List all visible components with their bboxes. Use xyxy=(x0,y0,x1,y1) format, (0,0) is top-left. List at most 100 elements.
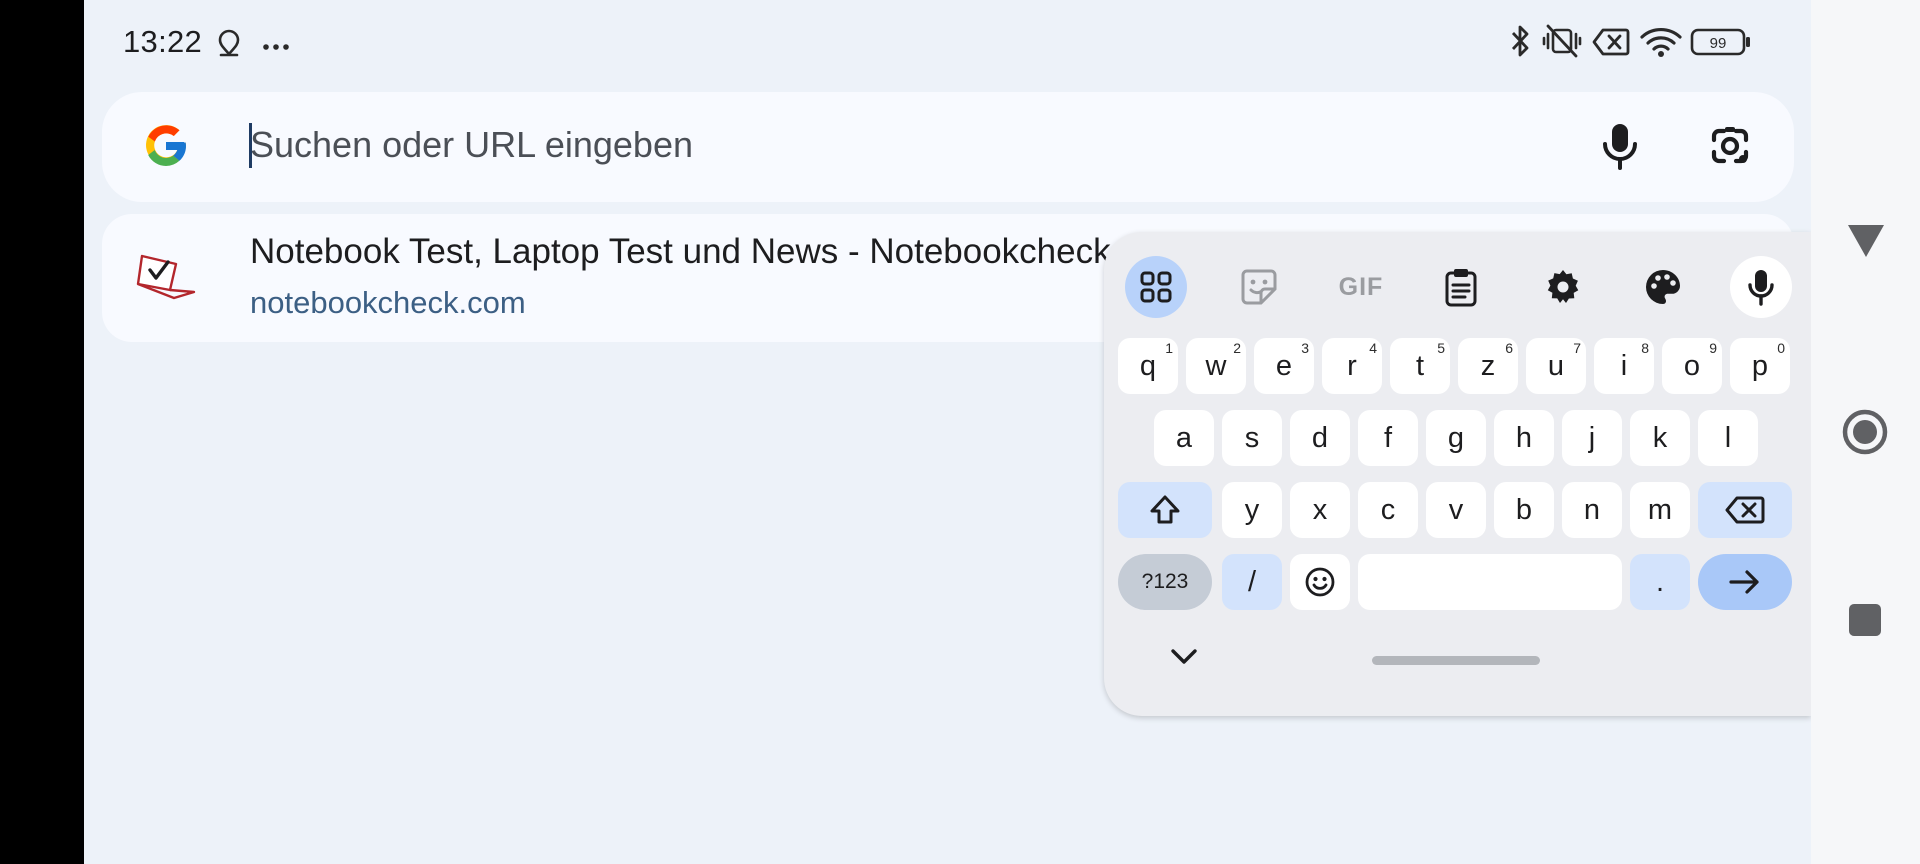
gif-icon[interactable]: GIF xyxy=(1330,256,1392,318)
recents-square-icon[interactable] xyxy=(1847,602,1883,643)
key-hint: 6 xyxy=(1505,340,1513,356)
key-y[interactable]: y xyxy=(1222,482,1282,538)
chevron-down-icon[interactable] xyxy=(1168,644,1200,673)
key-q[interactable]: q1 xyxy=(1118,338,1178,394)
key-l[interactable]: l xyxy=(1698,410,1758,466)
key-a[interactable]: a xyxy=(1154,410,1214,466)
key-hint: 9 xyxy=(1709,340,1717,356)
shift-key[interactable] xyxy=(1118,482,1212,538)
back-triangle-icon[interactable] xyxy=(1845,222,1887,265)
key-k[interactable]: k xyxy=(1630,410,1690,466)
suggestion-url: notebookcheck.com xyxy=(250,285,526,320)
key-d[interactable]: d xyxy=(1290,410,1350,466)
lens-camera-icon[interactable] xyxy=(1706,122,1754,175)
key-label: h xyxy=(1515,421,1533,454)
key-label: c xyxy=(1380,493,1396,526)
key-label: m xyxy=(1647,493,1673,526)
status-time: 13:22 xyxy=(123,24,203,59)
arrow-right-icon xyxy=(1729,570,1759,594)
omnibox[interactable] xyxy=(102,92,1794,202)
key-c[interactable]: c xyxy=(1358,482,1418,538)
home-circle-icon[interactable] xyxy=(1841,408,1889,461)
backspace-key[interactable] xyxy=(1698,482,1792,538)
palette-icon[interactable] xyxy=(1632,256,1694,318)
key-hint: 4 xyxy=(1369,340,1377,356)
key-w[interactable]: w2 xyxy=(1186,338,1246,394)
emoji-key[interactable] xyxy=(1290,554,1350,610)
key-hint: 2 xyxy=(1233,340,1241,356)
key-label: z xyxy=(1480,349,1496,382)
suggestion-title: Notebook Test, Laptop Test und News - No… xyxy=(250,232,1187,271)
key-label: r xyxy=(1347,349,1357,382)
symbols-key[interactable]: ?123 xyxy=(1118,554,1212,610)
key-o[interactable]: o9 xyxy=(1662,338,1722,394)
key-label: d xyxy=(1311,421,1329,454)
key-h[interactable]: h xyxy=(1494,410,1554,466)
battery-icon: 99 xyxy=(1690,28,1752,61)
key-label: v xyxy=(1448,493,1464,526)
key-b[interactable]: b xyxy=(1494,482,1554,538)
apps-grid-icon[interactable] xyxy=(1125,256,1187,318)
keyboard-microphone-icon[interactable] xyxy=(1730,256,1792,318)
key-hint: 3 xyxy=(1301,340,1309,356)
key-i[interactable]: i8 xyxy=(1594,338,1654,394)
key-label: w xyxy=(1205,349,1227,382)
key-label: s xyxy=(1244,421,1260,454)
key-e[interactable]: e3 xyxy=(1254,338,1314,394)
key-x[interactable]: x xyxy=(1290,482,1350,538)
key-label: j xyxy=(1588,421,1596,454)
emoji-icon xyxy=(1305,567,1335,597)
key-label: u xyxy=(1547,349,1565,382)
key-t[interactable]: t5 xyxy=(1390,338,1450,394)
enter-key[interactable] xyxy=(1698,554,1792,610)
key-hint: 7 xyxy=(1573,340,1581,356)
key-label: ?123 xyxy=(1141,570,1189,593)
slash-key[interactable]: / xyxy=(1222,554,1282,610)
space-key[interactable] xyxy=(1358,554,1622,610)
key-label: t xyxy=(1415,349,1425,382)
key-label: n xyxy=(1583,493,1601,526)
key-label: b xyxy=(1515,493,1533,526)
key-hint: 8 xyxy=(1641,340,1649,356)
google-logo-icon xyxy=(142,122,190,175)
key-label: f xyxy=(1383,421,1393,454)
keyboard-drag-handle[interactable] xyxy=(1372,656,1540,665)
key-label: . xyxy=(1655,565,1665,598)
key-label: l xyxy=(1724,421,1732,454)
wifi-icon xyxy=(1640,26,1682,63)
key-label: / xyxy=(1247,565,1257,598)
key-hint: 1 xyxy=(1165,340,1173,356)
clipboard-icon[interactable] xyxy=(1430,256,1492,318)
key-label: e xyxy=(1275,349,1293,382)
search-input[interactable] xyxy=(250,114,1570,176)
period-key[interactable]: . xyxy=(1630,554,1690,610)
notebookcheck-favicon xyxy=(136,252,198,307)
sticker-icon[interactable] xyxy=(1228,256,1290,318)
key-p[interactable]: p0 xyxy=(1730,338,1790,394)
bluetooth-icon xyxy=(1508,24,1532,63)
more-dots-icon xyxy=(262,38,290,56)
key-r[interactable]: r4 xyxy=(1322,338,1382,394)
gif-label: GIF xyxy=(1338,272,1384,301)
shift-icon xyxy=(1150,495,1180,524)
key-label: g xyxy=(1447,421,1465,454)
key-z[interactable]: z6 xyxy=(1458,338,1518,394)
key-m[interactable]: m xyxy=(1630,482,1690,538)
key-u[interactable]: u7 xyxy=(1526,338,1586,394)
battery-level: 99 xyxy=(1710,35,1727,52)
microphone-icon[interactable] xyxy=(1600,122,1640,177)
key-f[interactable]: f xyxy=(1358,410,1418,466)
location-icon xyxy=(216,28,242,63)
browser-screen: 13:22 99 Suchen oder URL eingeben Notebo… xyxy=(84,0,1811,864)
key-label: y xyxy=(1244,493,1260,526)
key-hint: 5 xyxy=(1437,340,1445,356)
key-label: q xyxy=(1139,349,1157,382)
key-label: x xyxy=(1312,493,1328,526)
key-j[interactable]: j xyxy=(1562,410,1622,466)
settings-gear-icon[interactable] xyxy=(1532,256,1594,318)
key-n[interactable]: n xyxy=(1562,482,1622,538)
key-s[interactable]: s xyxy=(1222,410,1282,466)
key-v[interactable]: v xyxy=(1426,482,1486,538)
key-g[interactable]: g xyxy=(1426,410,1486,466)
navigation-bar xyxy=(1811,0,1920,864)
